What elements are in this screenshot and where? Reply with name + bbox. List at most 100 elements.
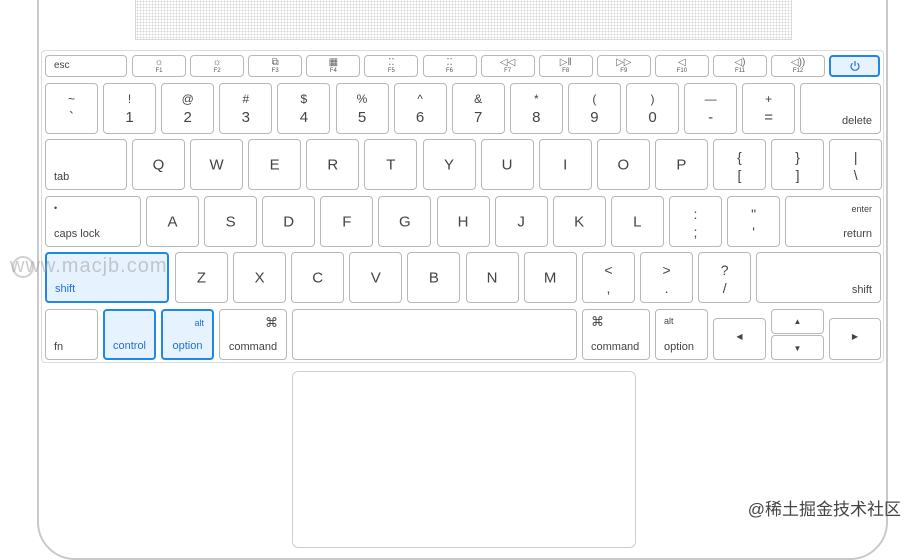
key-main-symbol: ; bbox=[693, 224, 698, 240]
key-shift-symbol: — bbox=[704, 92, 717, 106]
key-label-top: alt bbox=[194, 318, 204, 328]
key-number: #3 bbox=[219, 83, 273, 134]
key-letter: N bbox=[486, 269, 498, 286]
key-label: command bbox=[228, 341, 278, 353]
key-i: I bbox=[538, 139, 592, 190]
key-e: E bbox=[248, 139, 302, 190]
key-bracket: {[ bbox=[713, 139, 766, 190]
key-number: ) 0 bbox=[626, 83, 679, 134]
key-shift-symbol: * bbox=[533, 92, 539, 106]
key-k: K bbox=[552, 196, 606, 247]
key-punct: >. bbox=[640, 252, 694, 303]
function-icon: ◁◁ bbox=[499, 57, 516, 68]
key-w: W bbox=[190, 139, 244, 190]
key-letter: E bbox=[269, 156, 280, 173]
key-main-symbol: 0 bbox=[648, 109, 657, 126]
key-letter: Y bbox=[443, 156, 454, 173]
key-number: % 5 bbox=[335, 83, 389, 134]
watermark: www.macjb.com bbox=[10, 255, 168, 277]
key-letter: A bbox=[167, 213, 178, 230]
key-b: B bbox=[407, 252, 461, 303]
key-punct: ? / bbox=[698, 252, 752, 303]
key-f3: ⧉ F3 bbox=[248, 55, 303, 77]
key-u: U bbox=[480, 139, 534, 190]
key-punct: :; bbox=[669, 196, 722, 247]
function-label: F6 bbox=[445, 68, 453, 74]
key-main-symbol: ' bbox=[752, 224, 755, 240]
key-shift-symbol: $ bbox=[300, 92, 308, 106]
caps-lock-indicator: • bbox=[54, 203, 58, 213]
credit-text: @稀土掘金技术社区 bbox=[747, 500, 901, 519]
function-label: F12 bbox=[792, 68, 804, 74]
key-option-left: alt option bbox=[161, 309, 214, 360]
key-tab: tab bbox=[45, 139, 127, 190]
key-power bbox=[829, 55, 880, 77]
key-shift-symbol: ( bbox=[592, 92, 597, 106]
key-label: option bbox=[664, 341, 694, 353]
function-label: F2 bbox=[213, 68, 221, 74]
key-letter: B bbox=[428, 269, 439, 286]
key-esc: esc bbox=[45, 55, 127, 77]
key-main-symbol: 8 bbox=[532, 109, 541, 126]
key-d: D bbox=[262, 196, 316, 247]
key-v: V bbox=[349, 252, 403, 303]
function-icon: ◁) bbox=[734, 57, 746, 68]
arrow-right-icon: ▶ bbox=[851, 332, 859, 341]
key-shift-symbol: | bbox=[853, 149, 858, 165]
key-main-symbol: 9 bbox=[590, 109, 599, 126]
function-icon: ◁)) bbox=[790, 57, 806, 68]
key-shift-symbol: % bbox=[356, 92, 368, 106]
function-icon: ◁ bbox=[678, 57, 686, 68]
key-return: enter return bbox=[785, 196, 881, 247]
key-shift-symbol: : bbox=[693, 206, 698, 222]
key-letter: F bbox=[342, 213, 352, 230]
key-letter: L bbox=[633, 213, 642, 230]
key-arrow-left: ◀ bbox=[713, 318, 766, 360]
function-icon: ▦ bbox=[328, 57, 339, 68]
key-letter: U bbox=[501, 156, 513, 173]
key-f1: ☼ F1 bbox=[132, 55, 186, 77]
function-label: F7 bbox=[504, 68, 512, 74]
key-main-symbol: 4 bbox=[299, 109, 309, 126]
key-shift-symbol: } bbox=[795, 149, 800, 165]
key-letter: V bbox=[370, 269, 381, 286]
key-m: M bbox=[523, 252, 577, 303]
key-o: O bbox=[596, 139, 650, 190]
key-p: P bbox=[654, 139, 708, 190]
key-number: @2 bbox=[161, 83, 215, 134]
key-f12: ◁)) F12 bbox=[771, 55, 826, 77]
command-icon: ⌘ bbox=[265, 315, 278, 330]
key-q: Q bbox=[132, 139, 185, 190]
key-main-symbol: , bbox=[606, 280, 611, 296]
key-letter: R bbox=[327, 156, 339, 173]
function-icon: ⁚⁚ bbox=[388, 57, 395, 68]
function-label: F5 bbox=[387, 68, 395, 74]
key-x: X bbox=[233, 252, 287, 303]
key-caps-lock: • caps lock bbox=[45, 196, 141, 247]
key-s: S bbox=[204, 196, 258, 247]
command-icon: ⌘ bbox=[591, 314, 604, 329]
function-icon: ▷‖ bbox=[559, 57, 572, 68]
key-letter: G bbox=[399, 213, 411, 230]
key-letter: T bbox=[386, 156, 396, 173]
key-option-right: alt option bbox=[655, 309, 708, 360]
key-f4: ▦ F4 bbox=[306, 55, 361, 77]
key-shift-symbol: ~ bbox=[67, 92, 75, 106]
trackpad bbox=[292, 371, 636, 548]
key-main-symbol: 7 bbox=[474, 109, 483, 126]
key-bracket: | \ bbox=[829, 139, 883, 190]
key-main-symbol: 1 bbox=[125, 109, 134, 126]
key-z: Z bbox=[175, 252, 228, 303]
key-label: control bbox=[112, 340, 147, 352]
key-letter: J bbox=[517, 213, 525, 230]
key-letter: X bbox=[254, 269, 265, 286]
key-shift-symbol: ? bbox=[720, 262, 729, 278]
key-letter: C bbox=[312, 269, 324, 286]
key-main-symbol: - bbox=[708, 109, 714, 126]
key-bracket: }] bbox=[771, 139, 825, 190]
key-fn: fn bbox=[45, 309, 98, 360]
key-f7: ◁◁ F7 bbox=[480, 55, 535, 77]
key-command-left: ⌘ command bbox=[219, 309, 287, 360]
key-main-symbol: 6 bbox=[415, 109, 425, 126]
key-number: & 7 bbox=[451, 83, 505, 134]
